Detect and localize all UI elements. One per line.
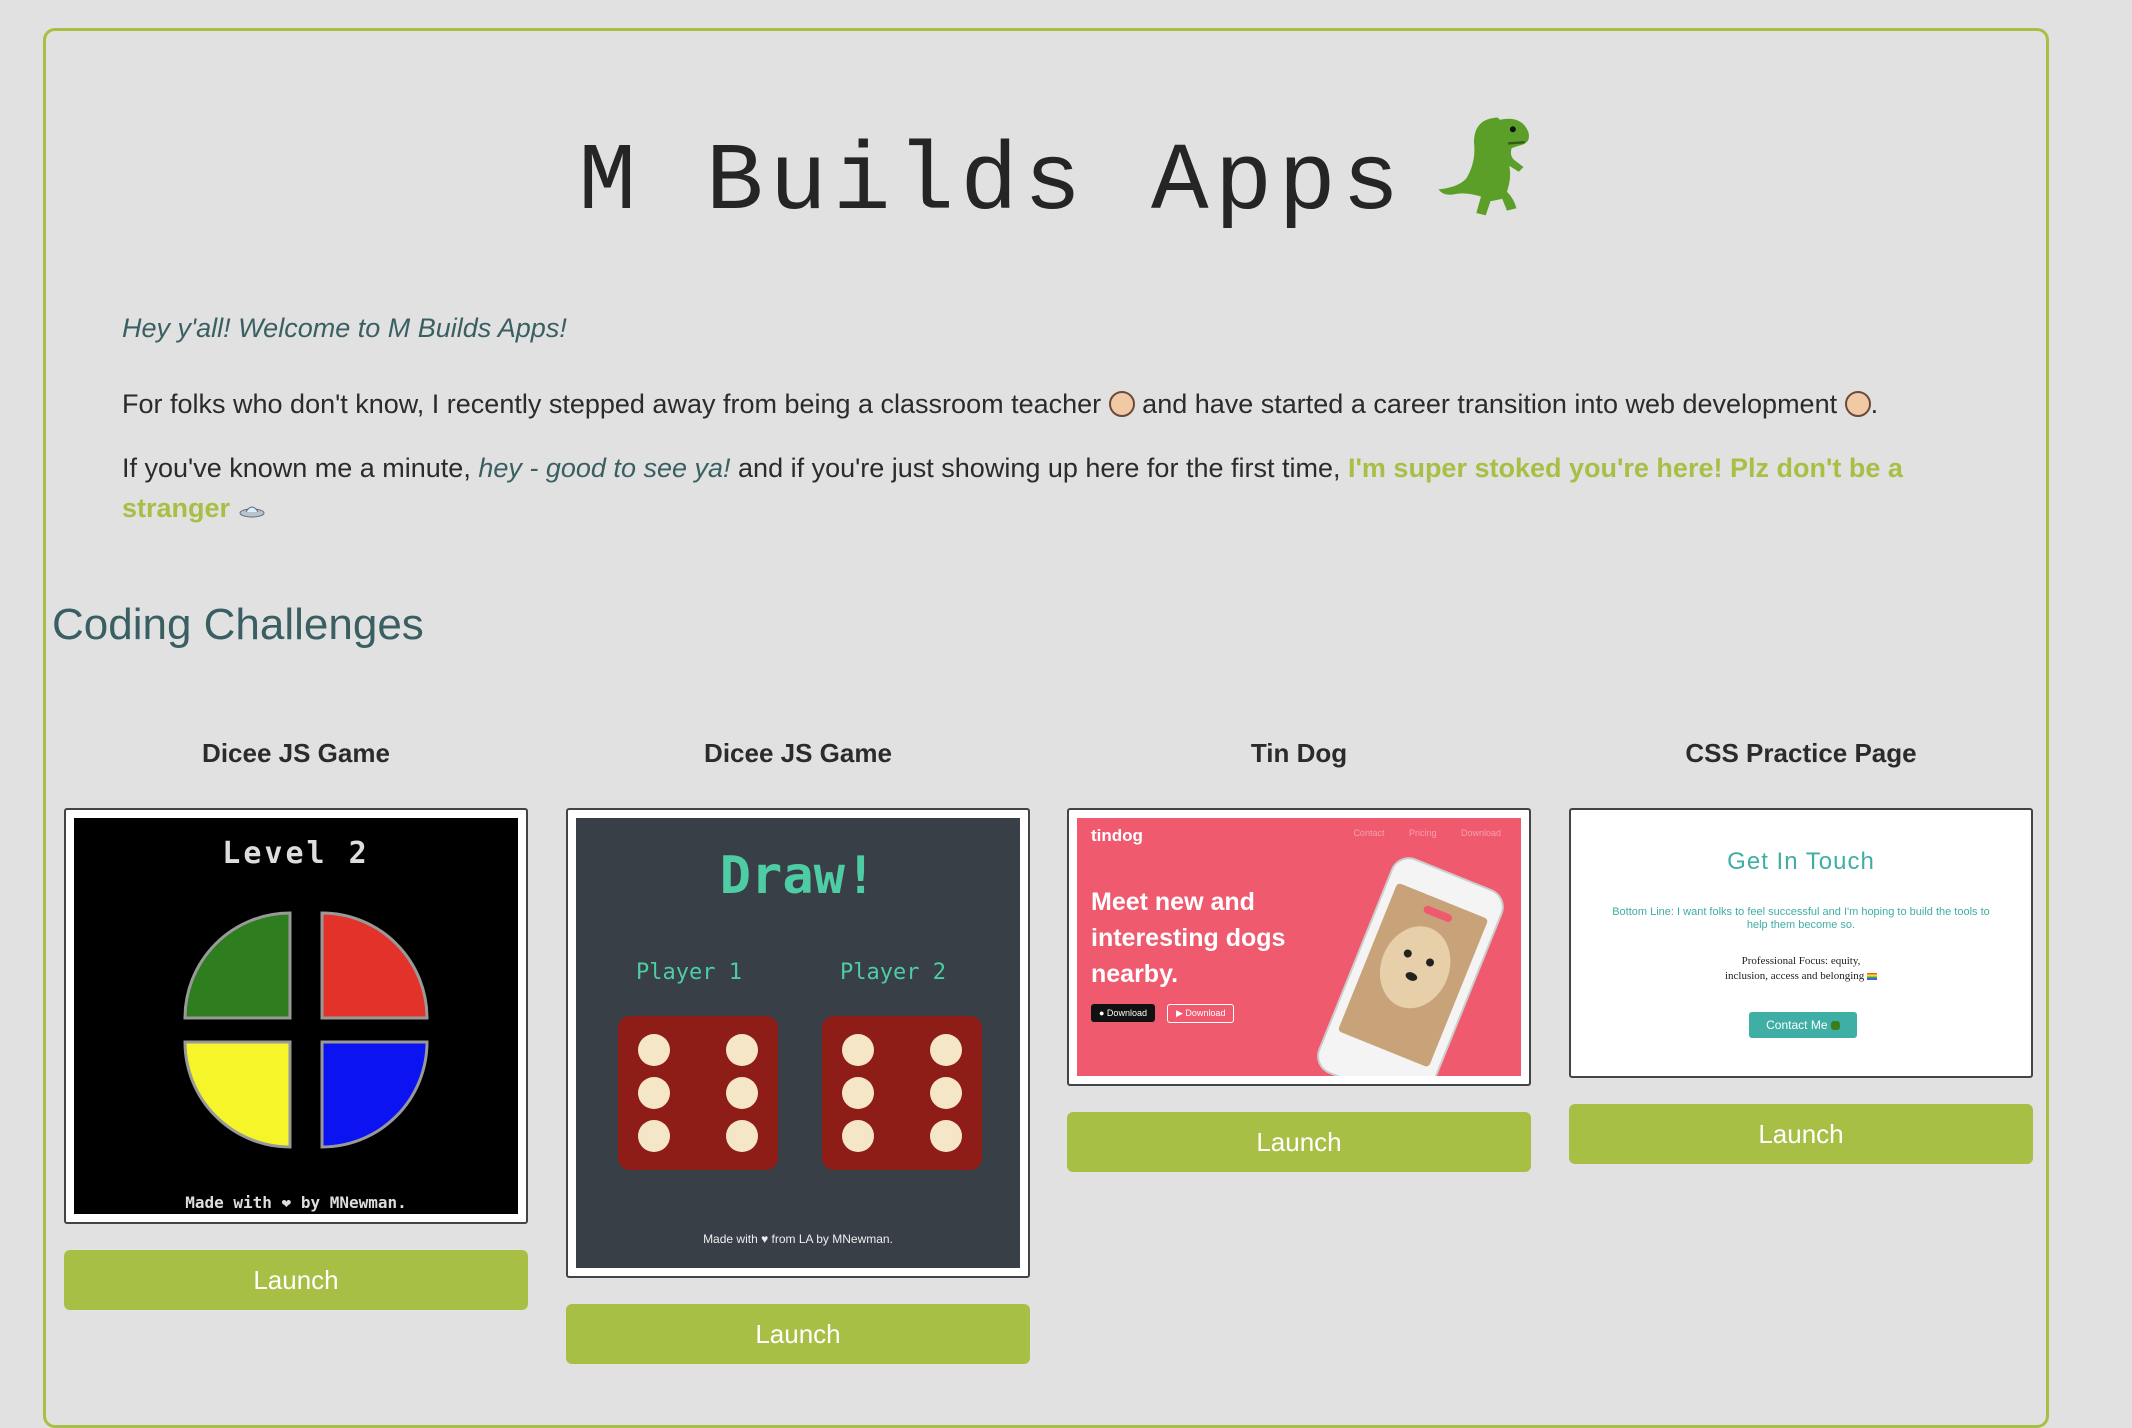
intro-p2-emphasis: hey - good to see ya!: [478, 453, 731, 483]
css-practice-screenshot: Get In Touch Bottom Line: I want folks t…: [1579, 818, 2023, 1068]
intro-p2-text-b: and if you're just showing up here for t…: [738, 453, 1341, 483]
rainbow-flag-icon: [1867, 973, 1878, 980]
card-title: CSS Practice Page: [1685, 738, 1917, 768]
card-thumbnail[interactable]: Level 2 Made with ❤ by MNewman.: [64, 808, 528, 1224]
phone-mockup-graphic: [1317, 857, 1504, 1076]
thumb-footer: Made with ❤ by MNewman.: [185, 1193, 407, 1212]
thumb-focus-line-1: Professional Focus: equity,: [1741, 955, 1861, 967]
t-rex-icon: [1830, 1021, 1840, 1030]
intro-p2-text-a: If you've known me a minute,: [122, 453, 471, 483]
project-card: CSS Practice Page Get In Touch Bottom Li…: [1569, 736, 2033, 1164]
thumb-bottom-line: Bottom Line: I want folks to feel succes…: [1612, 906, 1990, 931]
page-title: M Builds Apps: [0, 108, 2132, 243]
intro-p1-text-b: and have started a career transition int…: [1142, 389, 1838, 419]
card-title: Dicee JS Game: [202, 738, 390, 768]
thumb-footer: Made with ♥ from LA by MNewman.: [703, 1232, 893, 1246]
thumb-heading: Get In Touch: [1727, 848, 1875, 875]
welcome-text: Hey y'all! Welcome to M Builds Apps!: [122, 313, 567, 343]
project-card: Tin Dog tindog Contact Pricing Download …: [1067, 736, 1531, 1172]
intro-paragraph-2: If you've known me a minute, hey - good …: [122, 448, 1942, 528]
card-title: Tin Dog: [1250, 738, 1348, 768]
card-title: Dicee JS Game: [704, 738, 892, 768]
project-card: Dicee JS Game Level 2 Made with ❤ by MNe…: [64, 736, 528, 1310]
dicee-level-screenshot: Level 2 Made with ❤ by MNewman.: [74, 818, 518, 1214]
card-thumbnail[interactable]: Draw! Player 1 Player 2 Made with ♥ from…: [566, 808, 1030, 1278]
page-title-text: M Builds Apps: [578, 128, 1406, 237]
tindog-screenshot: tindog Contact Pricing Download Meet new…: [1077, 818, 1521, 1076]
simon-board-graphic: [183, 911, 429, 1149]
thumb-contact-button: Contact Me: [1749, 1012, 1857, 1038]
intro-p1-end: .: [1870, 389, 1879, 419]
launch-button[interactable]: Launch: [1067, 1112, 1531, 1172]
launch-button[interactable]: Launch: [566, 1304, 1030, 1364]
launch-button[interactable]: Launch: [1569, 1104, 2033, 1164]
teacher-emoji-icon: [1108, 391, 1135, 417]
thumb-focus: Professional Focus: equity, inclusion, ac…: [1579, 954, 2023, 984]
flying-saucer-icon: [239, 506, 265, 518]
intro-paragraph-1: For folks who don't know, I recently ste…: [122, 384, 1942, 424]
card-thumbnail[interactable]: Get In Touch Bottom Line: I want folks t…: [1569, 808, 2033, 1078]
intro-p1-text-a: For folks who don't know, I recently ste…: [122, 389, 1102, 419]
section-title-coding-challenges: Coding Challenges: [52, 600, 424, 649]
card-thumbnail[interactable]: tindog Contact Pricing Download Meet new…: [1067, 808, 1531, 1086]
dice-graphic: [618, 1016, 982, 1170]
project-card: Dicee JS Game Draw! Player 1 Player 2 Ma…: [566, 736, 1030, 1364]
thumb-contact-label: Contact Me: [1766, 1018, 1828, 1032]
t-rex-icon: [1438, 117, 1530, 216]
thumb-focus-line-2: inclusion, access and belonging: [1724, 970, 1865, 982]
dicee-draw-screenshot: Draw! Player 1 Player 2 Made with ♥ from…: [576, 818, 1020, 1268]
technologist-emoji-icon: [1844, 391, 1871, 417]
launch-button[interactable]: Launch: [64, 1250, 528, 1310]
